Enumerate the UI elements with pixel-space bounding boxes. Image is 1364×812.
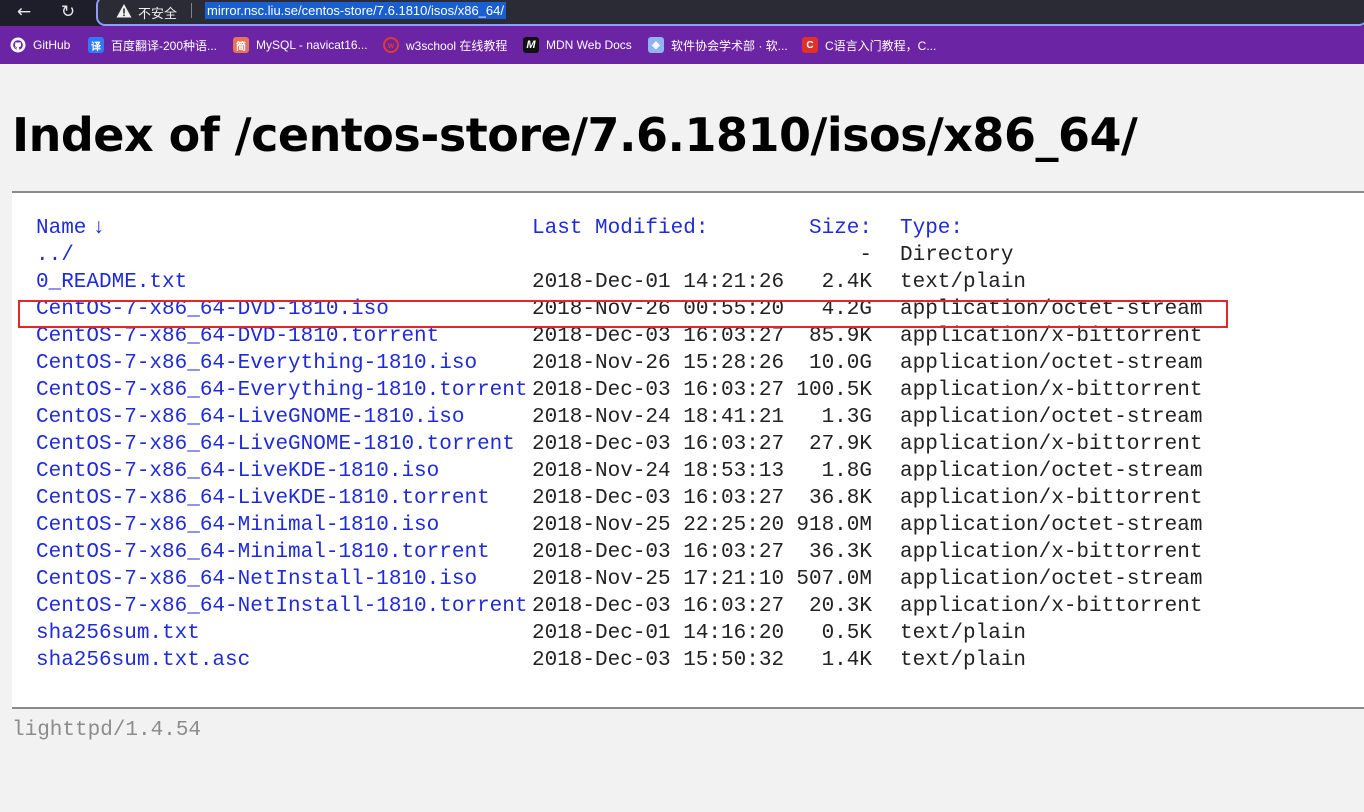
file-link[interactable]: 0_README.txt: [36, 269, 187, 296]
last-modified: 2018-Dec-03 16:03:27: [532, 433, 785, 456]
reload-button[interactable]: ↻: [52, 0, 84, 26]
file-size: 100.5K: [796, 379, 872, 402]
bookmark-icon: ◈: [648, 37, 664, 53]
bookmark-baidu-translate[interactable]: 译 百度翻译-200种语...: [88, 26, 217, 64]
bookmark-label: 软件协会学术部 · 软...: [671, 38, 788, 53]
bottom-divider: [12, 707, 1364, 709]
csdn-icon: C: [802, 37, 818, 53]
sort-by-size-link[interactable]: Size:: [772, 215, 872, 242]
file-type: application/octet-stream: [900, 352, 1203, 375]
file-size: 10.0G: [808, 352, 872, 375]
file-link[interactable]: CentOS-7-x86_64-NetInstall-1810.iso: [36, 566, 477, 593]
file-link[interactable]: CentOS-7-x86_64-LiveKDE-1810.torrent: [36, 485, 490, 512]
url-text[interactable]: mirror.nsc.liu.se/centos-store/7.6.1810/…: [205, 2, 506, 19]
file-link[interactable]: sha256sum.txt.asc: [36, 647, 250, 674]
bookmark-w3school[interactable]: w w3school 在线教程: [383, 26, 507, 64]
file-type: application/x-bittorrent: [900, 595, 1203, 618]
file-type: text/plain: [900, 649, 1027, 672]
file-link[interactable]: sha256sum.txt: [36, 620, 200, 647]
bookmark-github[interactable]: GitHub: [10, 26, 70, 64]
file-size: 36.8K: [808, 487, 872, 510]
name-header: Name: [36, 217, 87, 240]
last-modified: 2018-Dec-03 16:03:27: [532, 487, 785, 510]
w3school-icon: w: [383, 37, 399, 53]
sort-by-name-link[interactable]: Name ↓: [36, 215, 105, 242]
file-link[interactable]: CentOS-7-x86_64-LiveGNOME-1810.torrent: [36, 431, 515, 458]
browser-toolbar: ← ↻ 不安全 mirror.nsc.liu.se/centos-store/7…: [0, 0, 1364, 26]
github-icon: [10, 37, 26, 53]
file-link[interactable]: CentOS-7-x86_64-Minimal-1810.torrent: [36, 539, 490, 566]
translate-icon: 译: [88, 37, 104, 53]
security-label[interactable]: 不安全: [138, 3, 177, 22]
file-link[interactable]: CentOS-7-x86_64-Everything-1810.torrent: [36, 377, 527, 404]
bookmark-c-tutorial[interactable]: C C语言入门教程，C...: [802, 26, 936, 64]
file-type: application/x-bittorrent: [900, 379, 1203, 402]
file-type: application/x-bittorrent: [900, 541, 1203, 564]
sort-by-type-link[interactable]: Type:: [900, 215, 963, 242]
file-size: 27.9K: [808, 433, 872, 456]
jianshu-icon: 简: [233, 37, 249, 53]
sort-by-modified-link[interactable]: Last Modified:: [532, 215, 708, 242]
warning-icon[interactable]: [116, 3, 132, 19]
file-type: text/plain: [900, 271, 1027, 294]
back-button[interactable]: ←: [8, 0, 40, 26]
bookmark-label: C语言入门教程，C...: [825, 38, 937, 53]
arrow-left-icon: ←: [16, 2, 32, 22]
file-size: 36.3K: [808, 541, 872, 564]
file-type: application/octet-stream: [900, 406, 1203, 429]
address-divider: [191, 3, 192, 18]
sort-arrow-icon: ↓: [92, 217, 106, 240]
server-signature: lighttpd/1.4.54: [12, 719, 202, 742]
last-modified: 2018-Dec-03 16:03:27: [532, 595, 785, 618]
last-modified: 2018-Nov-24 18:53:13: [532, 460, 785, 483]
file-type: text/plain: [900, 622, 1027, 645]
last-modified: 2018-Dec-03 16:03:27: [532, 379, 785, 402]
bookmarks-bar: GitHub 译 百度翻译-200种语... 简 MySQL - navicat…: [0, 26, 1364, 64]
file-type: Directory: [900, 244, 1014, 267]
file-link[interactable]: CentOS-7-x86_64-Everything-1810.iso: [36, 350, 477, 377]
file-link[interactable]: CentOS-7-x86_64-LiveGNOME-1810.iso: [36, 404, 464, 431]
last-modified: 2018-Nov-25 17:21:10: [532, 568, 785, 591]
file-type: application/x-bittorrent: [900, 487, 1203, 510]
last-modified: 2018-Dec-01 14:16:20: [532, 622, 785, 645]
bookmark-label: MDN Web Docs: [546, 38, 632, 52]
file-size: 918.0M: [796, 514, 872, 537]
bookmark-label: GitHub: [33, 38, 71, 52]
file-link[interactable]: CentOS-7-x86_64-Minimal-1810.iso: [36, 512, 439, 539]
reload-icon: ↻: [60, 2, 76, 22]
bookmark-label: w3school 在线教程: [406, 38, 508, 53]
bookmark-software-association[interactable]: ◈ 软件协会学术部 · 软...: [648, 26, 788, 64]
mdn-icon: M: [523, 37, 539, 53]
file-size: 1.3G: [821, 406, 872, 429]
file-size: 1.4K: [821, 649, 872, 672]
bookmark-mdn[interactable]: M MDN Web Docs: [523, 26, 632, 64]
file-size: 0.5K: [821, 622, 872, 645]
page-content: Index of /centos-store/7.6.1810/isos/x86…: [0, 64, 1364, 812]
last-modified: 2018-Nov-24 18:41:21: [532, 406, 785, 429]
page-title: Index of /centos-store/7.6.1810/isos/x86…: [12, 108, 1138, 162]
last-modified: 2018-Dec-01 14:21:26: [532, 271, 785, 294]
bookmark-label: MySQL - navicat16...: [256, 38, 368, 52]
file-type: application/octet-stream: [900, 460, 1203, 483]
highlight-annotation: [18, 300, 1228, 328]
file-type: application/octet-stream: [900, 514, 1203, 537]
file-type: application/x-bittorrent: [900, 433, 1203, 456]
file-size: 507.0M: [796, 568, 872, 591]
last-modified: 2018-Dec-03 16:03:27: [532, 541, 785, 564]
file-link[interactable]: CentOS-7-x86_64-LiveKDE-1810.iso: [36, 458, 439, 485]
address-bar[interactable]: 不安全 mirror.nsc.liu.se/centos-store/7.6.1…: [96, 0, 1364, 26]
bookmark-label: 百度翻译-200种语...: [111, 38, 218, 53]
file-type: application/octet-stream: [900, 568, 1203, 591]
file-link[interactable]: ../: [36, 242, 74, 269]
file-link[interactable]: CentOS-7-x86_64-NetInstall-1810.torrent: [36, 593, 527, 620]
last-modified: 2018-Dec-03 15:50:32: [532, 649, 785, 672]
directory-listing: Name ↓ Last Modified: Size: Type: ../ - Dir…: [12, 193, 1364, 707]
file-size: 20.3K: [808, 595, 872, 618]
file-size: 2.4K: [821, 271, 872, 294]
file-size: 1.8G: [821, 460, 872, 483]
last-modified: 2018-Nov-25 22:25:20: [532, 514, 785, 537]
last-modified: 2018-Nov-26 15:28:26: [532, 352, 785, 375]
bookmark-mysql-navicat[interactable]: 简 MySQL - navicat16...: [233, 26, 368, 64]
file-size: -: [859, 244, 872, 267]
